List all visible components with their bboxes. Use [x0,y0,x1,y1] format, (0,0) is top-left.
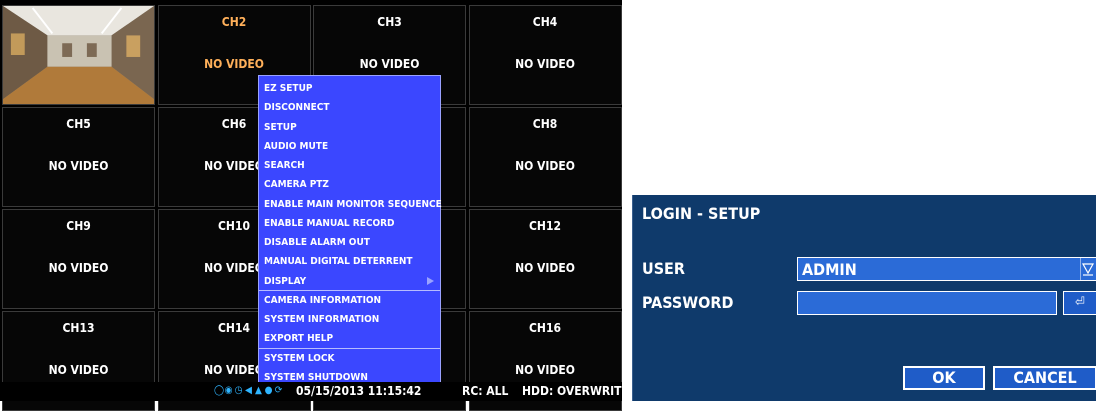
virtual-keyboard-button[interactable]: ⏎ [1063,291,1096,315]
channel-status: NO VIDEO [515,57,575,71]
dropdown-arrow-icon[interactable] [1080,258,1096,280]
camera-feed-image [3,6,154,104]
channel-status: NO VIDEO [359,57,420,71]
menu-item-enable-main-monitor-sequence[interactable]: ENABLE MAIN MONITOR SEQUENCE [259,195,442,214]
menu-item-ez-setup[interactable]: EZ SETUP [259,79,440,98]
menu-item-label: MANUAL DIGITAL DETERRENT [264,256,413,268]
channel-label: CH2 [221,15,247,29]
channel-label: CH16 [529,321,561,335]
camera-cell[interactable]: CH5 NO VIDEO [2,107,155,207]
channel-label: CH3 [377,15,402,29]
menu-item-label: SYSTEM INFORMATION [264,314,380,325]
menu-item-audio-mute[interactable]: AUDIO MUTE [259,137,440,156]
menu-item-label: ENABLE MAIN MONITOR SEQUENCE [264,198,442,210]
channel-status: NO VIDEO [48,363,109,377]
audio-icon: ◀ [245,385,252,396]
user-select[interactable]: ADMIN [797,257,1096,281]
enter-key-icon: ⏎ [1075,295,1085,310]
channel-label: CH13 [62,321,95,335]
menu-item-label: DISPLAY [264,275,307,287]
status-rc: RC: ALL [462,384,509,398]
status-icons: ◯ ◉ ◷ ◀ ▲ ● ⟳ [214,385,283,399]
menu-item-system-information[interactable]: SYSTEM INFORMATION [259,310,440,329]
menu-item-system-lock[interactable]: SYSTEM LOCK [259,349,440,368]
channel-label: CH12 [529,219,561,233]
menu-item-label: SETUP [264,121,297,133]
menu-item-manual-digital-deterrent[interactable]: MANUAL DIGITAL DETERRENT [259,252,440,271]
menu-item-label: EXPORT HELP [264,333,334,345]
menu-item-label: ENABLE MANUAL RECORD [264,217,395,229]
context-menu: EZ SETUP DISCONNECT SETUP AUDIO MUTE SEARCH C… [258,75,442,385]
dialog-title: LOGIN - SETUP [642,204,761,223]
network-icon: ◯ [214,385,225,396]
user-label: USER [642,259,685,278]
menu-item-label: AUDIO MUTE [264,140,329,152]
channel-status: NO VIDEO [204,57,264,71]
menu-item-label: CAMERA INFORMATION [264,294,382,306]
camera-cell[interactable] [2,5,155,105]
menu-item-enable-manual-record[interactable]: ENABLE MANUAL RECORD [259,214,440,233]
record-icon: ◉ [224,385,233,396]
refresh-icon: ⟳ [274,385,283,396]
channel-label: CH9 [66,219,91,233]
menu-item-label: EZ SETUP [264,83,313,94]
camera-cell[interactable]: CH12 NO VIDEO [468,209,622,309]
password-input[interactable] [797,291,1057,315]
channel-status: NO VIDEO [515,261,575,275]
submenu-arrow-icon [427,276,434,285]
menu-item-label: DISCONNECT [264,102,330,114]
menu-item-label: SYSTEM LOCK [264,352,335,364]
cancel-button[interactable]: CANCEL [993,366,1096,390]
menu-item-label: DISABLE ALARM OUT [264,237,370,248]
menu-item-export-help[interactable]: EXPORT HELP [259,329,440,348]
clock-icon: ◷ [234,385,243,396]
camera-cell[interactable]: CH9 NO VIDEO [2,209,155,309]
menu-item-label: SEARCH [264,160,305,171]
ptz-icon: ▲ [255,385,262,396]
login-dialog: LOGIN - SETUP USER ADMIN PASSWORD ⏎ OK C… [632,195,1096,401]
menu-item-camera-ptz[interactable]: CAMERA PTZ [259,175,440,194]
menu-item-setup[interactable]: SETUP [259,118,440,137]
user-value: ADMIN [802,260,857,279]
channel-label: CH4 [532,15,558,29]
status-hdd: HDD: OVERWRITE [522,384,629,398]
channel-status: NO VIDEO [515,159,575,173]
menu-item-search[interactable]: SEARCH [259,156,440,175]
password-label: PASSWORD [642,293,734,312]
channel-status: NO VIDEO [515,363,575,377]
menu-item-camera-information[interactable]: CAMERA INFORMATION [259,291,440,310]
camera-cell[interactable]: CH4 NO VIDEO [468,5,622,105]
status-bar: ◯ ◉ ◷ ◀ ▲ ● ⟳ 05/15/2013 11:15:42 RC: AL… [0,382,629,401]
channel-status: NO VIDEO [48,159,109,173]
status-datetime: 05/15/2013 11:15:42 [296,384,422,398]
ok-button[interactable]: OK [903,366,985,390]
user-icon: ● [264,385,273,396]
camera-cell[interactable]: CH8 NO VIDEO [468,107,622,207]
menu-item-disconnect[interactable]: DISCONNECT [259,98,440,117]
dvr-screen: CH2 NO VIDEO CH3 NO VIDEO CH4 NO VIDEO CH5 NO V… [0,0,629,411]
menu-item-display[interactable]: DISPLAY [259,272,440,291]
channel-status: NO VIDEO [48,261,109,275]
channel-label: CH5 [66,117,91,131]
channel-label: CH8 [532,117,558,131]
menu-item-label: CAMERA PTZ [264,179,329,191]
menu-item-disable-alarm-out[interactable]: DISABLE ALARM OUT [259,233,440,252]
